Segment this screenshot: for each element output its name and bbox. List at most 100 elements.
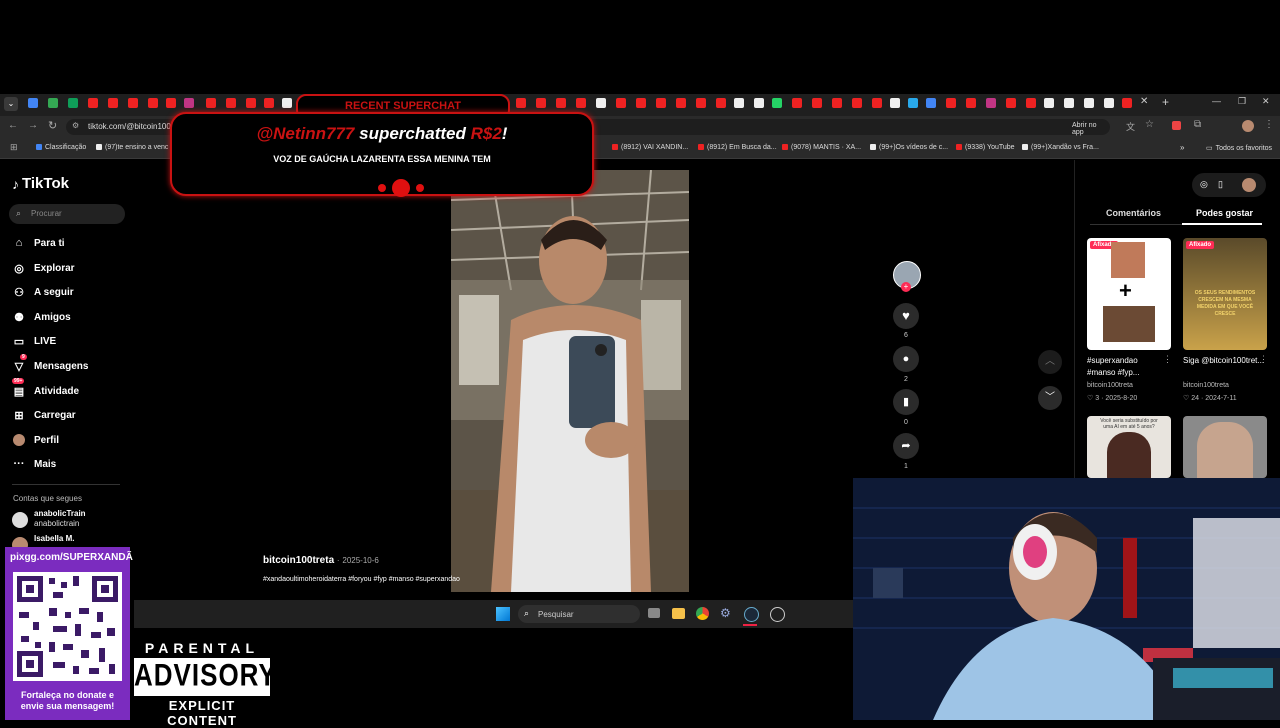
tab[interactable] (676, 98, 686, 108)
search-input[interactable]: ⌕ Procurar (9, 204, 125, 224)
previous-video-button[interactable]: ︿ (1038, 350, 1062, 374)
tab[interactable] (754, 98, 764, 108)
card-more-icon[interactable]: ⋮ (1259, 354, 1268, 365)
extension-icon[interactable] (1172, 121, 1181, 130)
tab[interactable] (148, 98, 158, 108)
bookmark-item[interactable]: (97)te ensino a venc (96, 144, 168, 151)
tab[interactable] (264, 98, 274, 108)
file-explorer-icon[interactable] (672, 608, 685, 619)
bookmark-item[interactable]: (9338) YouTube (956, 144, 1015, 151)
tab[interactable] (226, 98, 236, 108)
share-button[interactable]: ➦ (893, 433, 919, 459)
chrome-icon[interactable] (696, 607, 709, 620)
puzzle-icon[interactable]: ⧉ (1194, 119, 1201, 130)
maximize-icon[interactable]: ❐ (1238, 96, 1246, 107)
back-icon[interactable]: ← (8, 120, 18, 131)
bookmark-item[interactable]: Classificação (36, 144, 86, 151)
video-author[interactable]: bitcoin100treta · 2025-10-6 (263, 555, 379, 566)
tab-list-button[interactable]: ⌄ (4, 97, 18, 111)
nav-item-live[interactable]: ▭ LIVE (12, 334, 56, 348)
tab-podes-gostar[interactable]: Podes gostar (1196, 208, 1253, 218)
tab-comments[interactable]: Comentários (1106, 208, 1161, 218)
nav-item-mensagens[interactable]: ▽ 9 Mensagens (12, 354, 88, 373)
tab[interactable] (246, 98, 256, 108)
video-card[interactable] (1183, 416, 1267, 478)
nav-item-amigos[interactable]: ⚉ Amigos (12, 310, 71, 324)
tab[interactable] (852, 98, 862, 108)
tab[interactable] (88, 98, 98, 108)
tab[interactable] (1044, 98, 1054, 108)
video-card[interactable]: Afixado + (1087, 238, 1171, 350)
tab[interactable] (1104, 98, 1114, 108)
video-player[interactable] (451, 170, 689, 592)
comment-button[interactable]: ● (893, 346, 919, 372)
user-avatar[interactable] (1242, 178, 1256, 192)
tab[interactable] (696, 98, 706, 108)
follow-plus-icon[interactable]: + (901, 282, 911, 292)
tab[interactable] (596, 98, 606, 108)
more-bookmarks-icon[interactable]: » (1180, 143, 1184, 152)
apps-icon[interactable]: ⊞ (10, 142, 18, 153)
tab[interactable] (616, 98, 626, 108)
like-button[interactable]: ♥ (893, 303, 919, 329)
save-button[interactable]: ▮ (893, 389, 919, 415)
reload-icon[interactable]: ↻ (48, 119, 57, 132)
forward-icon[interactable]: → (28, 120, 38, 131)
tab[interactable] (516, 98, 526, 108)
tab[interactable] (986, 98, 996, 108)
tab[interactable] (556, 98, 566, 108)
star-icon[interactable]: ☆ (1145, 119, 1154, 130)
tab[interactable] (48, 98, 58, 108)
tab[interactable] (908, 98, 918, 108)
site-info-icon[interactable]: ⚙ (72, 121, 79, 130)
nav-item-para-ti[interactable]: ⌂ Para ti (12, 236, 65, 250)
bookmark-item[interactable]: (99+)Xandão vs Fra... (1022, 144, 1099, 151)
tab[interactable] (536, 98, 546, 108)
nav-item-explorar[interactable]: ◎ Explorar (12, 261, 74, 275)
task-view-icon[interactable] (648, 608, 660, 618)
obs-icon[interactable] (770, 607, 785, 622)
tab[interactable] (716, 98, 726, 108)
tab[interactable] (108, 98, 118, 108)
device-icon[interactable]: ▯ (1218, 179, 1223, 190)
tab[interactable] (68, 98, 78, 108)
close-window-icon[interactable]: ✕ (1262, 96, 1270, 107)
tab[interactable] (282, 98, 292, 108)
tab[interactable] (812, 98, 822, 108)
tab[interactable] (926, 98, 936, 108)
tab[interactable] (636, 98, 646, 108)
tab[interactable] (890, 98, 900, 108)
profile-avatar[interactable] (1242, 120, 1254, 132)
nav-item-atividade[interactable]: ▤ 99+ Atividade (12, 378, 79, 398)
new-tab-button[interactable]: + (1162, 95, 1169, 109)
tab[interactable] (28, 98, 38, 108)
tab[interactable] (1084, 98, 1094, 108)
menu-icon[interactable]: ⋮ (1264, 119, 1274, 130)
tab[interactable] (128, 98, 138, 108)
compass-icon[interactable]: ◎ (1200, 179, 1208, 190)
minimize-icon[interactable]: — (1212, 96, 1221, 106)
tab[interactable] (184, 98, 194, 108)
tab[interactable] (1122, 98, 1132, 108)
tab[interactable] (872, 98, 882, 108)
card-more-icon[interactable]: ⋮ (1163, 354, 1172, 365)
nav-item-a-seguir[interactable]: ⚇ A seguir (12, 285, 74, 299)
settings-icon[interactable]: ⚙ (720, 606, 731, 620)
next-video-button[interactable]: ﹀ (1038, 386, 1062, 410)
tab[interactable] (1026, 98, 1036, 108)
nav-item-perfil[interactable]: Perfil (12, 433, 59, 447)
start-icon[interactable] (496, 607, 510, 621)
bookmark-item[interactable]: (9078) MANTIS · XA... (782, 144, 861, 151)
tab-close-icon[interactable]: ✕ (1140, 96, 1148, 107)
tab[interactable] (946, 98, 956, 108)
translate-icon[interactable]: 文 (1126, 120, 1135, 133)
tab[interactable] (832, 98, 842, 108)
video-card[interactable]: Você seria substituído por uma AI em até… (1087, 416, 1171, 478)
tab[interactable] (656, 98, 666, 108)
bookmark-item[interactable]: (99+)Os vídeos de c... (870, 144, 948, 151)
tab[interactable] (1064, 98, 1074, 108)
steam-icon[interactable] (744, 607, 759, 622)
tab[interactable] (166, 98, 176, 108)
tab[interactable] (966, 98, 976, 108)
open-in-app-button[interactable]: Abrir no app (1072, 122, 1110, 136)
